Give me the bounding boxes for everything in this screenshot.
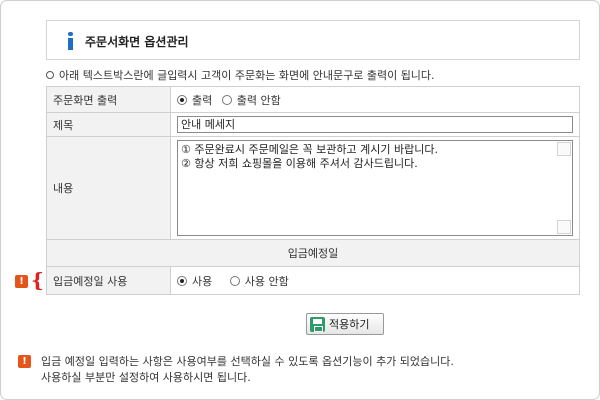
title-input[interactable]: 안내 메세지 xyxy=(177,116,573,133)
apply-button[interactable]: 적용하기 xyxy=(306,313,384,335)
radio-checked-icon[interactable] xyxy=(177,275,187,286)
apply-button-label: 적용하기 xyxy=(329,318,370,331)
content-line: ② 항상 저희 쇼핑몰을 이용해 주셔서 감사드립니다. xyxy=(181,157,418,170)
note-line: 입금 예정일 입력하는 사항은 사용여부를 선택하실 수 있도록 옵션기능이 추… xyxy=(41,355,454,368)
info-icon xyxy=(67,32,74,50)
display-option-on[interactable]: 출력 xyxy=(177,92,212,108)
notice-text: 아래 텍스트박스란에 글입력시 고객이 주문화는 화면에 안내문구로 출력이 됩… xyxy=(46,67,435,83)
deposit-label: 입금예정일 사용 xyxy=(46,266,171,295)
page-title: 주문서화면 옵션관리 xyxy=(85,35,189,49)
content-textarea[interactable]: ① 주문완료시 주문메일은 꼭 보관하고 계시기 바랍니다. ② 항상 저희 쇼… xyxy=(177,140,573,236)
note-line: 사용하실 부분만 설정하여 사용하시면 됩니다. xyxy=(41,371,251,384)
radio-checked-icon[interactable] xyxy=(177,94,187,105)
bullet-circle-icon xyxy=(46,71,54,79)
deposit-option-off[interactable]: 사용 안함 xyxy=(229,273,289,289)
resize-grip-icon[interactable] xyxy=(557,220,571,234)
notice-label: 아래 텍스트박스란에 글입력시 고객이 주문화는 화면에 안내문구로 출력이 됩… xyxy=(59,69,435,82)
table-row-content: 내용 ① 주문완료시 주문메일은 꼭 보관하고 계시기 바랍니다. ② 항상 저… xyxy=(46,136,580,240)
scrollbar-up[interactable] xyxy=(557,142,571,156)
table-row-display: 주문화면 출력 출력 출력 안함 xyxy=(46,86,580,113)
deposit-option-on[interactable]: 사용 xyxy=(177,273,212,289)
display-value: 출력 출력 안함 xyxy=(170,86,580,113)
radio-unchecked-icon[interactable] xyxy=(221,94,232,105)
options-table: 주문화면 출력 출력 출력 안함 제목 안내 메세지 내용 ① 주문완료시 주문… xyxy=(46,86,580,295)
table-row-section: 입금예정일 xyxy=(46,239,580,267)
content-label: 내용 xyxy=(46,136,171,240)
radio-unchecked-icon[interactable] xyxy=(229,275,240,286)
warning-icon: ! xyxy=(15,275,28,288)
deposit-section-header: 입금예정일 xyxy=(46,239,580,267)
table-row-deposit: 입금예정일 사용 사용 사용 안함 xyxy=(46,266,580,295)
save-icon xyxy=(310,316,325,332)
display-label: 주문화면 출력 xyxy=(46,86,171,113)
table-row-title: 제목 안내 메세지 xyxy=(46,112,580,137)
header-box: 주문서화면 옵션관리 xyxy=(46,20,583,63)
bottom-note: ! 입금 예정일 입력하는 사항은 사용여부를 선택하실 수 있도록 옵션기능이… xyxy=(18,354,454,386)
warning-icon: ! xyxy=(18,355,31,368)
title-label: 제목 xyxy=(46,112,171,137)
content-line: ① 주문완료시 주문메일은 꼭 보관하고 계시기 바랍니다. xyxy=(181,143,438,156)
display-option-off[interactable]: 출력 안함 xyxy=(221,92,281,108)
brace-marker: { xyxy=(31,268,44,292)
